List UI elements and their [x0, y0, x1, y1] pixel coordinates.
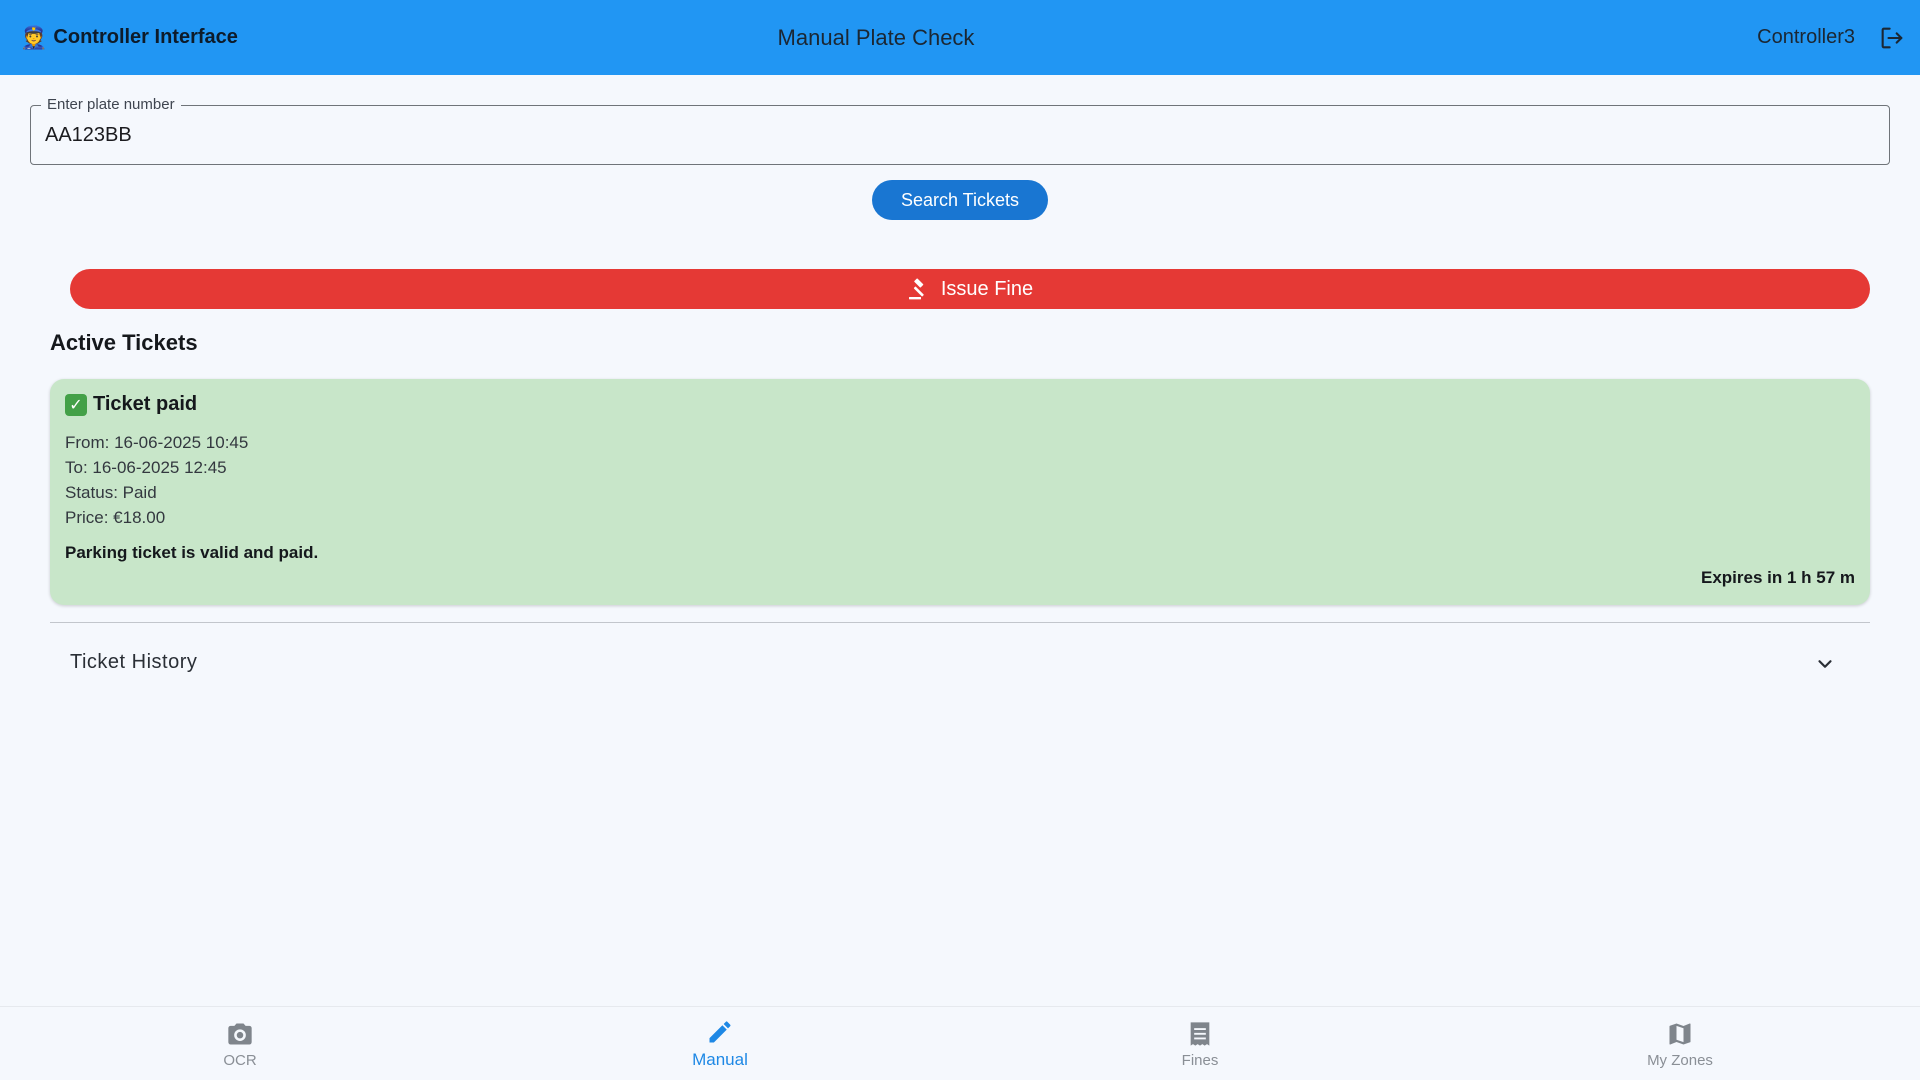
nav-label-my-zones: My Zones [1647, 1051, 1713, 1069]
issue-fine-label: Issue Fine [940, 277, 1034, 300]
nav-item-manual[interactable]: Manual [480, 1007, 960, 1080]
app-bar: 👮 Controller Interface Manual Plate Chec… [0, 0, 1920, 75]
nav-item-my-zones[interactable]: My Zones [1440, 1007, 1920, 1080]
search-tickets-button[interactable]: Search Tickets [872, 180, 1048, 220]
ticket-header: ✓ Ticket paid [65, 393, 197, 416]
plate-number-field: Enter plate number [30, 96, 1890, 165]
chevron-down-icon[interactable] [1814, 653, 1836, 680]
page-title: Manual Plate Check [777, 24, 975, 50]
nav-label-ocr: OCR [223, 1051, 257, 1069]
ticket-from: From: 16-06-2025 10:45 [65, 433, 249, 452]
ticket-price: Price: €18.00 [65, 508, 166, 527]
ticket-to: To: 16-06-2025 12:45 [65, 458, 227, 477]
logout-icon[interactable] [1878, 24, 1906, 52]
map-icon [1669, 1023, 1691, 1044]
camera-icon [228, 1023, 252, 1044]
nav-item-fines[interactable]: Fines [960, 1007, 1440, 1080]
gavel-icon [908, 278, 924, 300]
ticket-card: ✓ Ticket paid From: 16-06-2025 10:45 To:… [50, 379, 1870, 605]
nav-label-manual: Manual [692, 1050, 748, 1069]
plate-number-input[interactable] [45, 118, 1865, 152]
ticket-history-expander[interactable]: Ticket History [50, 622, 1870, 706]
issue-fine-button[interactable]: Issue Fine [70, 269, 1870, 309]
plate-number-label: Enter plate number [41, 96, 181, 113]
user-name: Controller3 [1757, 26, 1855, 48]
active-tickets-heading: Active Tickets [50, 330, 198, 355]
nav-label-fines: Fines [1181, 1051, 1219, 1069]
ticket-message: Parking ticket is valid and paid. [65, 543, 319, 562]
pencil-icon [709, 1021, 731, 1043]
receipt-icon [1190, 1021, 1210, 1046]
ticket-status: Status: Paid [65, 483, 157, 502]
nav-item-ocr[interactable]: OCR [0, 1007, 480, 1080]
check-mark-icon: ✓ [65, 393, 87, 416]
ticket-expiry: Expires in 1 h 57 m [1700, 568, 1855, 587]
bottom-navigation: OCR Manual Fines My Zones [0, 1006, 1920, 1080]
ticket-status-title: Ticket paid [93, 393, 198, 415]
app-root: 👮 Controller Interface Manual Plate Chec… [0, 0, 1920, 1080]
ticket-history-label: Ticket History [70, 651, 198, 673]
